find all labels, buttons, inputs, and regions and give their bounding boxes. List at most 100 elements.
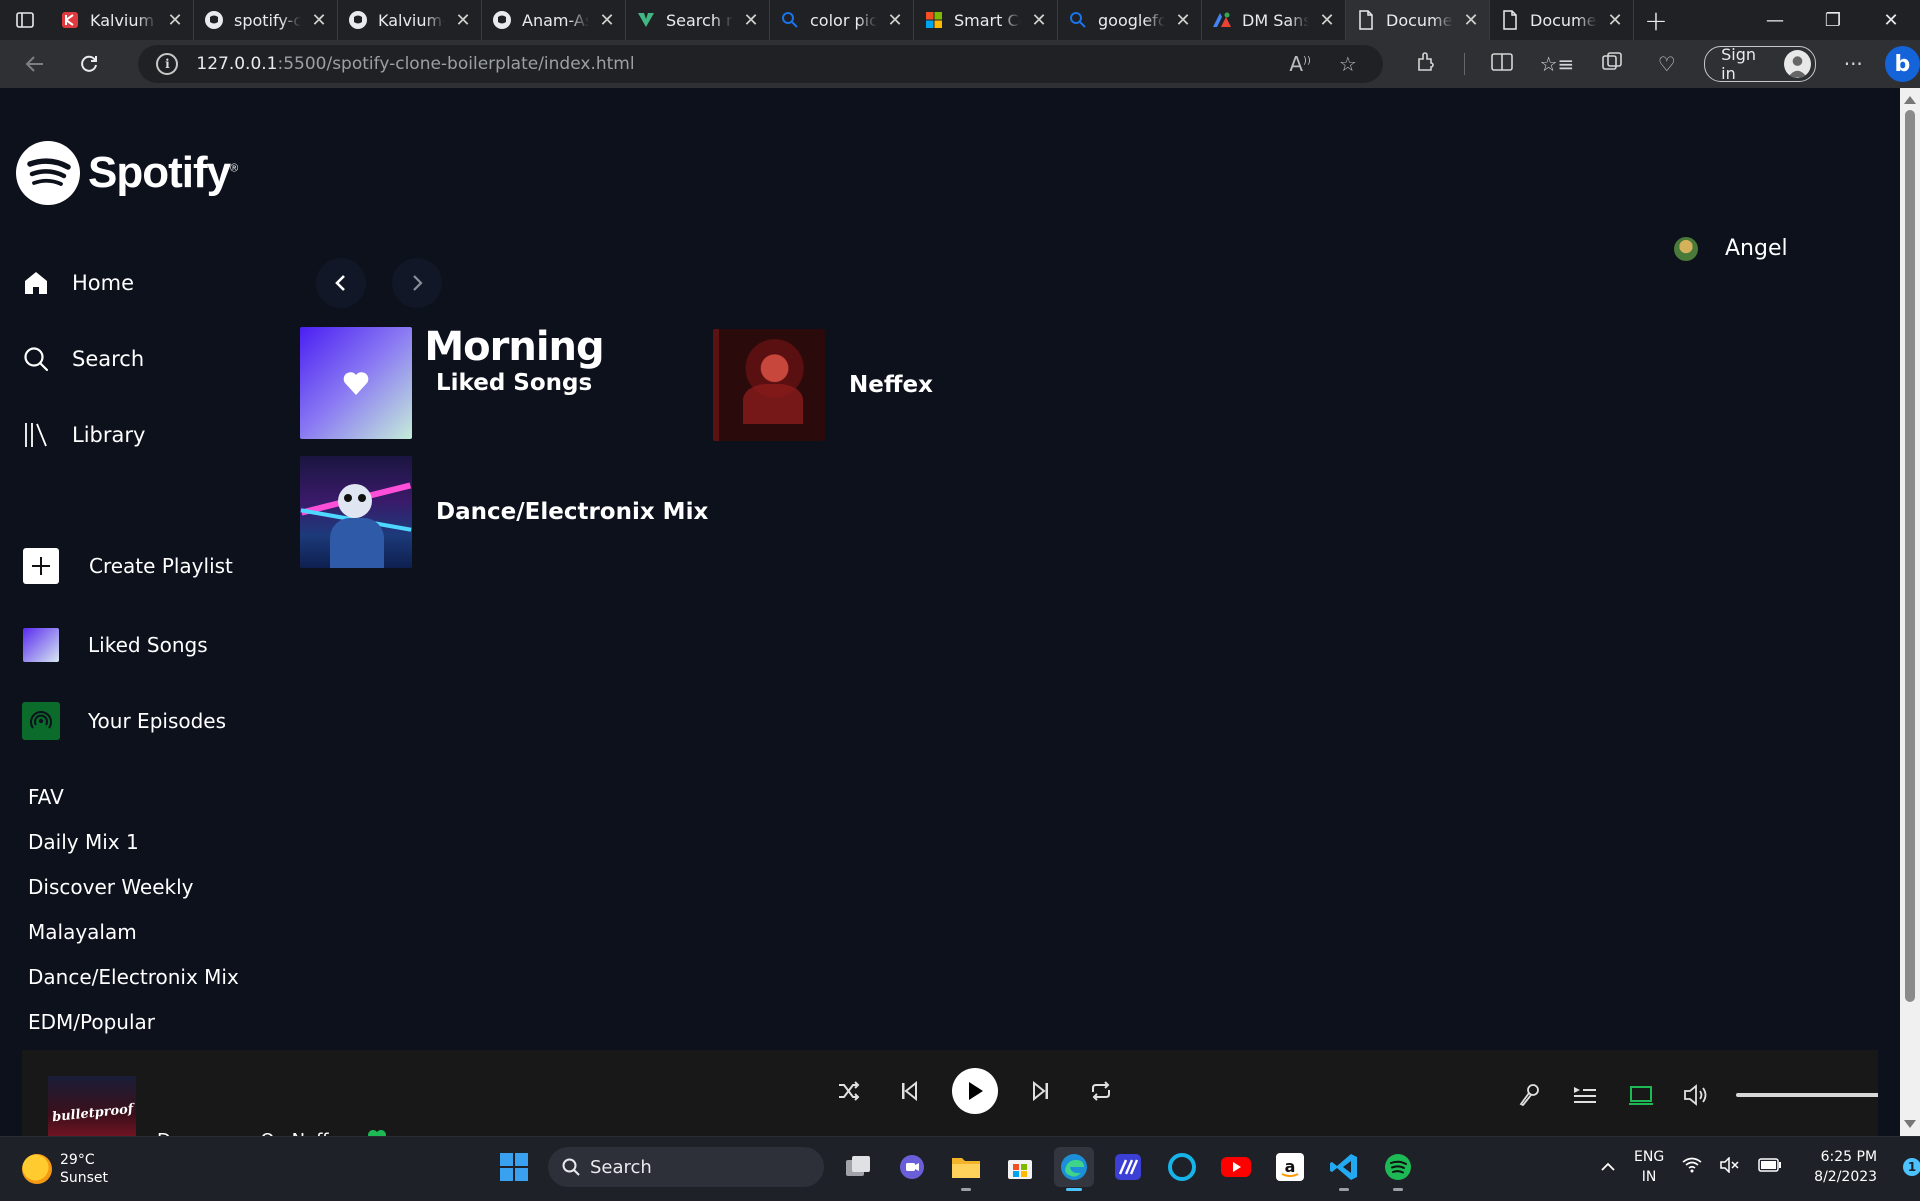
browser-tab-dm-sans[interactable]: DM Sans ✕ <box>1202 0 1346 40</box>
taskbar-search-input[interactable]: Search <box>548 1147 824 1187</box>
browser-tab-search-results[interactable]: Search results ✕ <box>626 0 770 40</box>
close-tab-icon[interactable]: ✕ <box>599 10 615 31</box>
sign-in-button[interactable]: Sign in <box>1704 45 1816 83</box>
shuffle-icon[interactable] <box>832 1074 866 1108</box>
previous-track-icon[interactable] <box>892 1074 926 1108</box>
collections-icon[interactable] <box>1594 51 1629 78</box>
tab-actions-icon[interactable] <box>0 0 50 40</box>
close-tab-icon[interactable]: ✕ <box>1031 10 1047 31</box>
browser-tab-smart-color[interactable]: Smart Color ✕ <box>914 0 1058 40</box>
copilot-app-icon[interactable] <box>1108 1147 1148 1187</box>
create-playlist-button[interactable]: Create Playlist <box>22 548 233 584</box>
browser-tab-document[interactable]: Document ✕ <box>1490 0 1634 40</box>
sidebar-item-search[interactable]: Search <box>22 344 144 374</box>
spotify-wordmark: Spotify® <box>88 148 238 197</box>
lyrics-mic-icon[interactable] <box>1512 1078 1546 1112</box>
browser-tab-kalvium-projects[interactable]: Kalvium-Projects ✕ <box>338 0 482 40</box>
wifi-icon[interactable] <box>1682 1157 1702 1177</box>
playlist-item[interactable]: Discover Weekly <box>28 875 194 899</box>
spotify-logo[interactable]: Spotify® <box>16 141 238 205</box>
close-tab-icon[interactable]: ✕ <box>311 10 327 31</box>
play-icon <box>969 1082 983 1100</box>
site-info-icon[interactable]: i <box>156 53 179 75</box>
playlist-item[interactable]: FAV <box>28 785 64 809</box>
playlist-item[interactable]: Dance/Electronix Mix <box>28 965 239 989</box>
close-window-icon[interactable]: ✕ <box>1862 0 1920 40</box>
notification-badge[interactable]: 1 <box>1903 1158 1920 1176</box>
connect-device-icon[interactable] <box>1624 1078 1658 1112</box>
browser-tab-spotify-clone[interactable]: spotify-clone-boilerplate ✕ <box>194 0 338 40</box>
card-liked-songs[interactable]: Liked Songs <box>300 327 592 439</box>
weather-widget[interactable]: 29°C Sunset <box>22 1151 108 1187</box>
scroll-down-icon[interactable] <box>1904 1120 1916 1128</box>
browser-tab-kalvium[interactable]: Kalvium ✕ <box>50 0 194 40</box>
volume-muted-icon[interactable] <box>1720 1156 1740 1177</box>
edge-browser-icon[interactable] <box>1054 1147 1094 1191</box>
scroll-up-icon[interactable] <box>1904 96 1916 104</box>
browser-tab-document-active[interactable]: Document ✕ <box>1346 0 1490 40</box>
new-tab-button[interactable]: + <box>1634 4 1678 37</box>
liked-songs-link[interactable]: Liked Songs <box>22 626 208 664</box>
browser-tab-googlefonts[interactable]: googlefonts ✕ <box>1058 0 1202 40</box>
back-icon[interactable] <box>15 44 54 84</box>
user-profile[interactable]: Angel <box>1674 236 1788 261</box>
playlist-item[interactable]: EDM/Popular <box>28 1010 155 1034</box>
sidebar-item-home[interactable]: Home <box>22 268 134 298</box>
close-tab-icon[interactable]: ✕ <box>455 10 471 31</box>
card-dance-electronix-mix[interactable]: Dance/Electronix Mix <box>300 456 708 568</box>
close-tab-icon[interactable]: ✕ <box>887 10 903 31</box>
alexa-icon[interactable] <box>1162 1147 1202 1187</box>
teams-chat-icon[interactable] <box>892 1147 932 1187</box>
extensions-icon[interactable] <box>1409 51 1444 78</box>
chevron-up-icon[interactable] <box>1600 1158 1616 1176</box>
battery-icon[interactable] <box>1758 1158 1782 1176</box>
browser-tab-color-picker[interactable]: color picker ✕ <box>770 0 914 40</box>
your-episodes-link[interactable]: Your Episodes <box>22 702 226 740</box>
restore-icon[interactable]: ❐ <box>1804 0 1862 40</box>
language-indicator[interactable]: ENG IN <box>1634 1147 1664 1187</box>
sidebar-item-library[interactable]: Library <box>22 420 145 450</box>
document-icon <box>1356 10 1376 30</box>
forward-arrow-button[interactable] <box>392 258 442 308</box>
vscode-icon[interactable] <box>1324 1147 1364 1191</box>
bing-copilot-icon[interactable]: b <box>1884 46 1920 82</box>
browser-essentials-icon[interactable]: ♡ <box>1649 52 1684 76</box>
youtube-icon[interactable] <box>1216 1147 1256 1187</box>
close-tab-icon[interactable]: ✕ <box>167 10 183 31</box>
volume-slider[interactable] <box>1736 1093 1878 1097</box>
close-tab-icon[interactable]: ✕ <box>1175 10 1191 31</box>
svg-text:a: a <box>1285 1157 1296 1176</box>
favorites-icon[interactable]: ☆≡ <box>1540 52 1575 76</box>
close-tab-icon[interactable]: ✕ <box>743 10 759 31</box>
profile-avatar-icon <box>1783 50 1811 78</box>
next-track-icon[interactable] <box>1024 1074 1058 1108</box>
spotify-app-icon[interactable] <box>1378 1147 1418 1191</box>
clock[interactable]: 6:25 PM 8/2/2023 <box>1814 1147 1877 1187</box>
queue-icon[interactable] <box>1568 1078 1602 1112</box>
microsoft-store-icon[interactable] <box>1000 1147 1040 1187</box>
playlist-item[interactable]: Daily Mix 1 <box>28 830 139 854</box>
refresh-icon[interactable] <box>69 44 108 84</box>
page-scrollbar[interactable] <box>1900 88 1920 1136</box>
card-neffex[interactable]: Neffex <box>713 329 933 441</box>
volume-icon[interactable] <box>1680 1078 1714 1112</box>
task-view-icon[interactable] <box>838 1147 878 1187</box>
url-field[interactable]: i 127.0.0.1:5500/spotify-clone-boilerpla… <box>138 45 1383 83</box>
more-options-icon[interactable]: ··· <box>1836 52 1871 76</box>
play-button[interactable] <box>952 1068 998 1114</box>
amazon-icon[interactable]: a <box>1270 1147 1310 1187</box>
playlist-item[interactable]: Malayalam <box>28 920 137 944</box>
windows-start-icon[interactable] <box>494 1147 534 1187</box>
back-arrow-button[interactable] <box>316 258 366 308</box>
read-aloud-icon[interactable]: A)) <box>1289 52 1311 76</box>
browser-tab-anam-asif[interactable]: Anam-Asif ✕ <box>482 0 626 40</box>
close-tab-icon[interactable]: ✕ <box>1319 10 1335 31</box>
file-explorer-icon[interactable] <box>946 1147 986 1191</box>
close-tab-icon[interactable]: ✕ <box>1463 10 1479 31</box>
split-screen-icon[interactable] <box>1485 52 1520 77</box>
minimize-icon[interactable]: — <box>1746 0 1804 40</box>
repeat-icon[interactable] <box>1084 1074 1118 1108</box>
close-tab-icon[interactable]: ✕ <box>1607 10 1623 31</box>
scrollbar-thumb[interactable] <box>1905 110 1915 1002</box>
favorite-star-icon[interactable]: ☆ <box>1339 52 1357 76</box>
